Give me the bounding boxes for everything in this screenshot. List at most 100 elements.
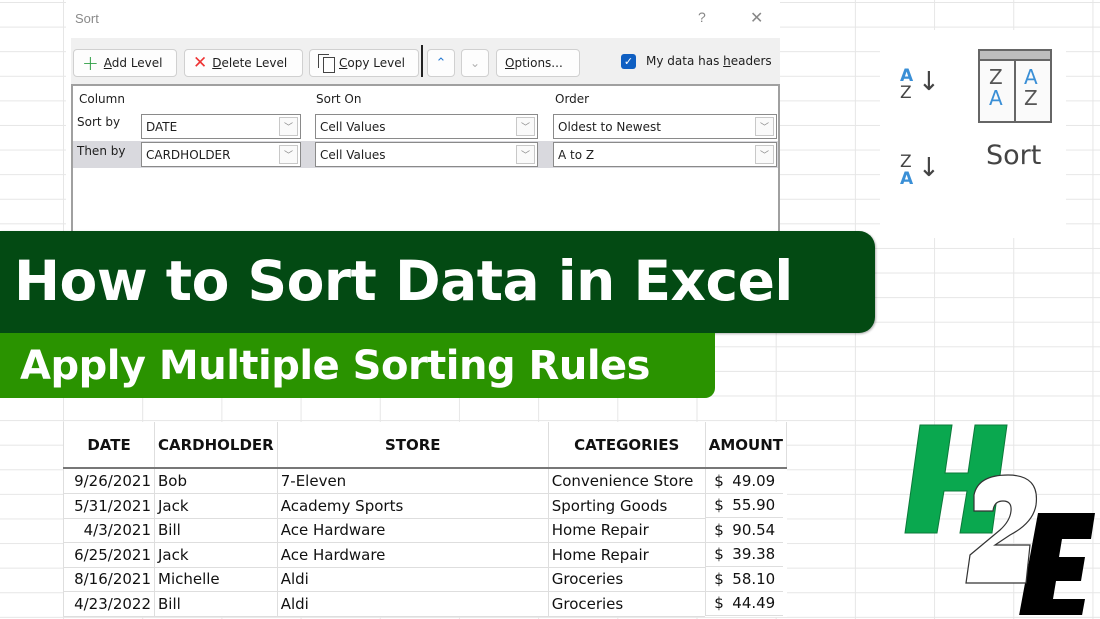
arrow-down-icon: ↓ bbox=[918, 153, 940, 183]
delete-x-icon: ✕ bbox=[193, 52, 208, 73]
cell-date[interactable]: 4/23/2022 bbox=[63, 591, 155, 617]
chevron-down-icon[interactable]: ﹀ bbox=[279, 117, 298, 136]
chevron-down-icon[interactable]: ﹀ bbox=[755, 145, 774, 164]
move-down-button[interactable]: ⌄ bbox=[461, 49, 489, 77]
header-store[interactable]: STORE bbox=[276, 422, 549, 469]
sort-levels-list: Column Sort On Order Sort by DATE ﹀ Cell … bbox=[71, 84, 780, 232]
copy-level-label: Copy Level bbox=[339, 56, 405, 70]
cell-category[interactable]: Home Repair bbox=[547, 542, 706, 568]
header-categories[interactable]: CATEGORIES bbox=[547, 422, 706, 469]
cell-cardholder[interactable]: Bill bbox=[154, 591, 278, 617]
amount-value: 44.49 bbox=[732, 594, 776, 613]
order-header: Order bbox=[555, 92, 590, 106]
copy-level-button[interactable]: Copy Level bbox=[309, 49, 419, 77]
chevron-down-icon[interactable]: ﹀ bbox=[516, 145, 535, 164]
cell-date[interactable]: 4/3/2021 bbox=[63, 518, 155, 543]
cell-amount[interactable]: $49.09 bbox=[705, 469, 784, 494]
sort-z-to-a-button[interactable]: ZA ↓ bbox=[900, 154, 940, 188]
cell-store[interactable]: Aldi bbox=[276, 591, 549, 617]
options-button[interactable]: Options... bbox=[496, 49, 580, 77]
cell-cardholder[interactable]: Bob bbox=[154, 468, 278, 494]
sort-by-sort-on-select[interactable]: Cell Values ﹀ bbox=[315, 114, 538, 139]
sort-on-header: Sort On bbox=[316, 92, 362, 106]
move-up-button[interactable]: ⌃ bbox=[427, 49, 455, 77]
dialog-title: Sort bbox=[75, 11, 99, 26]
options-label: Options... bbox=[505, 56, 563, 70]
sort-dialog: Sort ? ✕ + Add Level ✕ Delete Level Copy… bbox=[66, 0, 780, 232]
cell-date[interactable]: 8/16/2021 bbox=[63, 567, 155, 592]
amount-value: 39.38 bbox=[732, 545, 776, 564]
header-cardholder[interactable]: CARDHOLDER bbox=[154, 422, 278, 469]
amount-value: 55.90 bbox=[732, 496, 776, 515]
dialog-toolbar: + Add Level ✕ Delete Level Copy Level ⌃ … bbox=[71, 38, 780, 84]
cell-cardholder[interactable]: Michelle bbox=[154, 567, 278, 592]
currency-symbol: $ bbox=[714, 594, 724, 613]
cell-cardholder[interactable]: Bill bbox=[154, 518, 278, 543]
headers-checkbox[interactable]: ✓ bbox=[621, 54, 636, 69]
currency-symbol: $ bbox=[714, 496, 724, 515]
cell-store[interactable]: Ace Hardware bbox=[276, 542, 549, 568]
data-table: DATE CARDHOLDER STORE CATEGORIES AMOUNT … bbox=[63, 422, 788, 617]
delete-level-label: Delete Level bbox=[212, 56, 288, 70]
sort-a-to-z-button[interactable]: AZ ↓ bbox=[900, 68, 940, 102]
header-amount[interactable]: AMOUNT bbox=[704, 422, 788, 469]
cell-category[interactable]: Sporting Goods bbox=[547, 493, 706, 519]
table-row: 4/23/2022 Bill Aldi Groceries $44.49 bbox=[63, 591, 787, 617]
close-button[interactable]: ✕ bbox=[750, 8, 763, 28]
currency-symbol: $ bbox=[714, 545, 724, 564]
cell-date[interactable]: 9/26/2021 bbox=[63, 468, 155, 494]
h2e-logo bbox=[904, 424, 1095, 615]
cell-date[interactable]: 5/31/2021 bbox=[63, 493, 155, 519]
cell-store[interactable]: Academy Sports bbox=[276, 493, 549, 519]
title-banner: How to Sort Data in Excel bbox=[0, 231, 875, 333]
table-row: 9/26/2021 Bob 7-Eleven Convenience Store $49… bbox=[63, 468, 787, 494]
cell-cardholder[interactable]: Jack bbox=[154, 493, 278, 519]
chevron-down-icon[interactable]: ﹀ bbox=[755, 117, 774, 136]
then-by-order-select[interactable]: A to Z ﹀ bbox=[553, 142, 777, 167]
headers-checkbox-label[interactable]: My data has headers bbox=[646, 54, 772, 68]
cell-store[interactable]: 7-Eleven bbox=[276, 468, 549, 494]
amount-value: 90.54 bbox=[732, 520, 776, 539]
table-header-row: DATE CARDHOLDER STORE CATEGORIES AMOUNT bbox=[63, 422, 788, 469]
chevron-down-icon[interactable]: ﹀ bbox=[279, 145, 298, 164]
help-button[interactable]: ? bbox=[698, 9, 706, 25]
cell-amount[interactable]: $90.54 bbox=[705, 518, 784, 543]
then-by-sort-on-select[interactable]: Cell Values ﹀ bbox=[315, 142, 538, 167]
cell-category[interactable]: Convenience Store bbox=[547, 468, 706, 494]
column-header: Column bbox=[79, 92, 125, 106]
currency-symbol: $ bbox=[714, 471, 724, 490]
table-row: 6/25/2021 Jack Ace Hardware Home Repair $39.… bbox=[63, 542, 787, 568]
cell-store[interactable]: Aldi bbox=[276, 567, 549, 592]
logo-e bbox=[1019, 513, 1095, 615]
cell-amount[interactable]: $55.90 bbox=[705, 493, 784, 518]
add-level-button[interactable]: + Add Level bbox=[73, 49, 177, 77]
amount-value: 58.10 bbox=[732, 569, 776, 588]
cell-amount[interactable]: $44.49 bbox=[705, 591, 784, 616]
cell-category[interactable]: Home Repair bbox=[547, 518, 706, 543]
table-row: 8/16/2021 Michelle Aldi Groceries $58.10 bbox=[63, 567, 787, 592]
chevron-down-icon[interactable]: ﹀ bbox=[516, 117, 535, 136]
chevron-up-icon: ⌃ bbox=[435, 55, 447, 71]
header-date[interactable]: DATE bbox=[63, 422, 155, 469]
sort-by-column-select[interactable]: DATE ﹀ bbox=[141, 114, 301, 139]
table-row: 4/3/2021 Bill Ace Hardware Home Repair $90.5… bbox=[63, 518, 787, 543]
subtitle-banner: Apply Multiple Sorting Rules bbox=[0, 333, 715, 398]
cell-store[interactable]: Ace Hardware bbox=[276, 518, 549, 543]
table-row: 5/31/2021 Jack Academy Sports Sporting Good… bbox=[63, 493, 787, 519]
cell-category[interactable]: Groceries bbox=[547, 567, 706, 592]
cell-amount[interactable]: $39.38 bbox=[705, 542, 784, 567]
sort-button-label[interactable]: Sort bbox=[986, 140, 1041, 171]
cell-cardholder[interactable]: Jack bbox=[154, 542, 278, 568]
banner-subtitle: Apply Multiple Sorting Rules bbox=[20, 343, 650, 389]
then-by-column-select[interactable]: CARDHOLDER ﹀ bbox=[141, 142, 301, 167]
currency-symbol: $ bbox=[714, 520, 724, 539]
cell-category[interactable]: Groceries bbox=[547, 591, 706, 617]
plus-icon: + bbox=[82, 51, 99, 75]
sort-by-order-select[interactable]: Oldest to Newest ﹀ bbox=[553, 114, 777, 139]
cell-date[interactable]: 6/25/2021 bbox=[63, 542, 155, 568]
sort-icon[interactable]: Z A A Z bbox=[978, 49, 1052, 123]
delete-level-button[interactable]: ✕ Delete Level bbox=[184, 49, 303, 77]
add-level-label: Add Level bbox=[103, 56, 163, 70]
cell-amount[interactable]: $58.10 bbox=[705, 567, 784, 592]
currency-symbol: $ bbox=[714, 569, 724, 588]
